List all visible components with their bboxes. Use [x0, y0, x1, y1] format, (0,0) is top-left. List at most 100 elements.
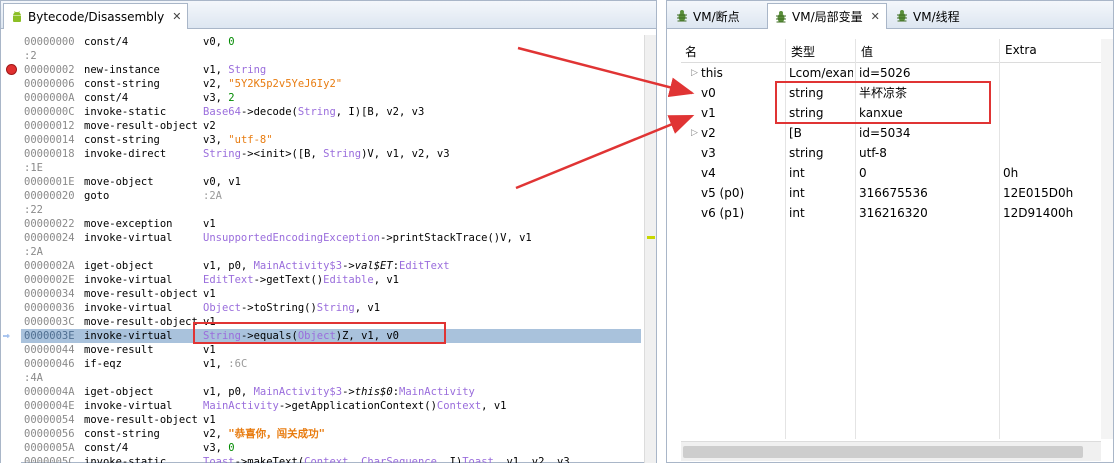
code-opcode: const-string — [84, 78, 160, 90]
code-address: 00000024 — [24, 232, 75, 244]
code-line[interactable]: 0000004A iget-object v1, p0, MainActivity$… — [21, 385, 641, 399]
gutter[interactable]: ⇨ — [1, 35, 21, 463]
code-line[interactable]: 0000002E invoke-virtual EditText->getText(… — [21, 273, 641, 287]
operand-token: String — [316, 302, 355, 314]
operand-token: v1, p0, — [203, 386, 254, 398]
variable-row[interactable]: v4 int 0 0h — [681, 163, 1101, 183]
variable-row[interactable]: ▷ this Lcom/exam id=5026 — [681, 63, 1101, 83]
overview-ruler[interactable] — [644, 35, 656, 463]
operand-token: v3, — [203, 92, 229, 104]
tab-label: VM/断点 — [693, 9, 740, 24]
left-tab-bar: Bytecode/Disassembly ✕ — [1, 1, 656, 29]
tab-label: VM/局部变量 — [792, 10, 863, 24]
code-operands: v2, "5Y2K5p2v5YeJ6Iy2" — [203, 77, 342, 91]
code-operands: Toast->makeText(Context, CharSequence, I… — [203, 455, 570, 463]
operand-token: v3, — [203, 442, 229, 454]
code-line[interactable]: 00000018 invoke-direct String-><init>([B, … — [21, 147, 641, 161]
variable-row[interactable]: v6 (p1) int 316216320 12D91400h — [681, 203, 1101, 223]
code-label-line[interactable]: :1E — [21, 161, 641, 175]
code-line[interactable]: 00000056 const-string v2, "恭喜你，闯关成功" — [21, 427, 641, 441]
close-icon[interactable]: ✕ — [871, 10, 880, 23]
code-line[interactable]: 00000044 move-result v1 — [21, 343, 641, 357]
code-opcode: invoke-direct — [84, 148, 167, 160]
tab-breakpoints[interactable]: VM/断点 — [669, 3, 765, 29]
code-line[interactable]: 00000046 if-eqz v1, :6C — [21, 357, 641, 371]
tab-threads[interactable]: VM/线程 — [889, 3, 985, 29]
column-header-name[interactable]: 名 — [685, 43, 697, 61]
code-line[interactable]: 00000014 const-string v3, "utf-8" — [21, 133, 641, 147]
scrollbar-thumb[interactable] — [683, 446, 1083, 458]
code-line[interactable]: 00000036 invoke-virtual Object->toString()… — [21, 301, 641, 315]
code-line[interactable]: 00000024 invoke-virtual UnsupportedEncodin… — [21, 231, 641, 245]
tab-bytecode-disassembly[interactable]: Bytecode/Disassembly ✕ — [3, 3, 189, 29]
code-listing[interactable]: ⇨ 00000000 const/4 v0, 0:2 00000002 new-inst… — [1, 35, 642, 463]
operand-token: ->toString() — [240, 302, 317, 314]
code-address: 00000022 — [24, 218, 75, 230]
breakpoint-icon[interactable] — [6, 64, 17, 75]
code-line[interactable]: 00000002 new-instance v1, String — [21, 63, 641, 77]
code-opcode: move-result-object — [84, 288, 198, 300]
operand-token: 0 — [228, 442, 235, 454]
variable-row[interactable]: ▷ v2 [B id=5034 — [681, 123, 1101, 143]
operand-token: v1, p0, — [203, 260, 254, 272]
variable-value: 316216320 — [859, 206, 928, 220]
code-label-line[interactable]: :2A — [21, 245, 641, 259]
code-line[interactable]: 00000054 move-result-object v1 — [21, 413, 641, 427]
variable-type: [B — [789, 126, 802, 140]
horizontal-scrollbar[interactable] — [681, 441, 1101, 461]
column-header-extra[interactable]: Extra — [1005, 43, 1037, 61]
operand-token: , — [348, 456, 362, 463]
code-line[interactable]: 0000005C invoke-static Toast->makeText(Con… — [21, 455, 641, 463]
code-label-line[interactable]: :22 — [21, 203, 641, 217]
code-operands: v1, String — [203, 63, 266, 77]
operand-token: , v1, v2, v3 — [493, 456, 570, 463]
code-label-line[interactable]: :4A — [21, 371, 641, 385]
operand-token: :6C — [228, 358, 248, 370]
code-opcode: invoke-virtual — [84, 400, 173, 412]
code-address: 00000018 — [24, 148, 75, 160]
variable-row[interactable]: v3 string utf-8 — [681, 143, 1101, 163]
code-address: 0000004E — [24, 400, 75, 412]
code-line[interactable]: 0000005A const/4 v3, 0 — [21, 441, 641, 455]
variable-type: Lcom/exam — [789, 66, 853, 80]
code-line[interactable]: 00000022 move-exception v1 — [21, 217, 641, 231]
highlight-box-v0-v1 — [775, 81, 991, 124]
code-line[interactable]: 0000000A const/4 v3, 2 — [21, 91, 641, 105]
code-operands: v0, 0 — [203, 35, 235, 49]
code-operands: MainActivity->getApplicationContext()Con… — [203, 399, 506, 413]
operand-token: , v1 — [354, 302, 381, 314]
overview-marker[interactable] — [647, 236, 655, 239]
code-line[interactable]: 0000002A iget-object v1, p0, MainActivity$… — [21, 259, 641, 273]
code-line[interactable]: 00000006 const-string v2, "5Y2K5p2v5YeJ6Iy… — [21, 77, 641, 91]
expand-triangle-icon[interactable]: ▷ — [691, 63, 698, 83]
code-line[interactable]: 00000034 move-result-object v1 — [21, 287, 641, 301]
code-operands: v1 — [203, 343, 216, 357]
code-line[interactable]: 00000012 move-result-object v2 — [21, 119, 641, 133]
code-line[interactable]: 00000000 const/4 v0, 0 — [21, 35, 641, 49]
code-address: 00000014 — [24, 134, 75, 146]
code-line[interactable]: 0000000C invoke-static Base64->decode(Stri… — [21, 105, 641, 119]
operand-token: Editable — [323, 274, 374, 286]
operand-token: v1 — [203, 218, 216, 230]
code-address: 00000012 — [24, 120, 75, 132]
code-line[interactable]: 00000020 goto:2A — [21, 189, 641, 203]
operand-token: CharSequence — [361, 456, 437, 463]
code-address: 00000020 — [24, 190, 75, 202]
table-header: 名 类型 值 Extra — [681, 39, 1101, 63]
code-line[interactable]: 0000004E invoke-virtual MainActivity->getA… — [21, 399, 641, 413]
expand-triangle-icon[interactable]: ▷ — [691, 123, 698, 143]
operand-token: Toast — [462, 456, 494, 463]
vertical-scrollbar[interactable] — [1101, 39, 1113, 439]
column-header-value[interactable]: 值 — [861, 43, 873, 61]
tab-locals[interactable]: VM/局部变量 ✕ — [767, 3, 887, 29]
variable-row[interactable]: v5 (p0) int 316675536 12E015D0h — [681, 183, 1101, 203]
code-address: 00000000 — [24, 36, 75, 48]
column-header-type[interactable]: 类型 — [791, 43, 815, 61]
code-operands: :2A — [203, 189, 222, 203]
operand-token: , v1 — [481, 400, 507, 412]
operand-token: v0, v1 — [203, 176, 241, 188]
code-label-line[interactable]: :2 — [21, 49, 641, 63]
close-icon[interactable]: ✕ — [172, 10, 181, 23]
variable-extra: 0h — [1003, 166, 1019, 180]
code-line[interactable]: 0000001E move-object v0, v1 — [21, 175, 641, 189]
